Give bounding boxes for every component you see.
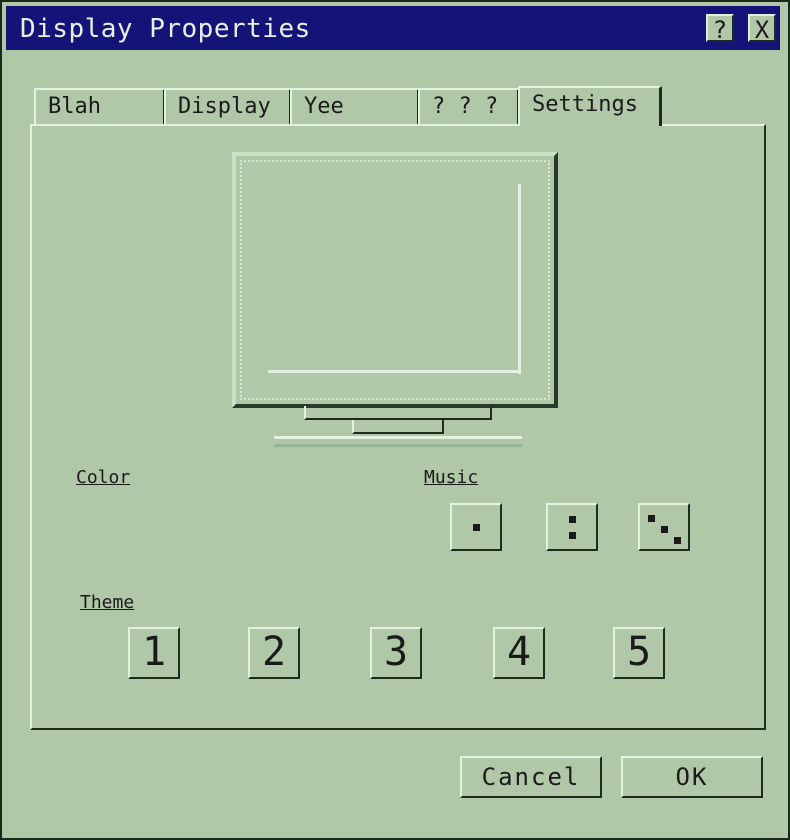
theme-button-3[interactable]: 3 [370, 627, 422, 679]
theme-button-1[interactable]: 1 [128, 627, 180, 679]
theme-label: Theme [80, 592, 134, 613]
color-label: Color [76, 467, 130, 488]
monitor-base [274, 436, 522, 439]
music-button-1[interactable] [450, 503, 502, 551]
window-title: Display Properties [20, 14, 311, 44]
monitor-base-shadow [274, 444, 522, 447]
help-button[interactable]: ? [706, 14, 734, 44]
screen-edge [518, 184, 521, 374]
dice-one-icon [473, 524, 480, 531]
ok-button[interactable]: OK [621, 756, 763, 798]
color-label-text: Color [76, 467, 131, 488]
monitor-bezel [240, 160, 550, 400]
music-label: Music [424, 467, 478, 488]
screen-edge [268, 370, 521, 373]
theme-button-5[interactable]: 5 [613, 627, 665, 679]
cancel-button[interactable]: Cancel [460, 756, 602, 798]
theme-button-2[interactable]: 2 [248, 627, 300, 679]
tab-blah[interactable]: Blah [34, 88, 166, 124]
tab-settings[interactable]: Settings [518, 86, 662, 126]
monitor-neck [352, 420, 444, 434]
close-button[interactable]: X [748, 14, 776, 44]
music-button-2[interactable] [546, 503, 598, 551]
music-label-text: Music [424, 467, 479, 488]
tab-yee[interactable]: Yee [290, 88, 420, 124]
title-bar[interactable]: Display Properties ? X [6, 6, 780, 50]
monitor-stand [304, 406, 492, 420]
tab-display[interactable]: Display [164, 88, 292, 124]
music-button-3[interactable] [638, 503, 690, 551]
tab-question[interactable]: ? ? ? [418, 88, 520, 124]
theme-button-4[interactable]: 4 [493, 627, 545, 679]
theme-label-text: Theme [80, 592, 135, 613]
